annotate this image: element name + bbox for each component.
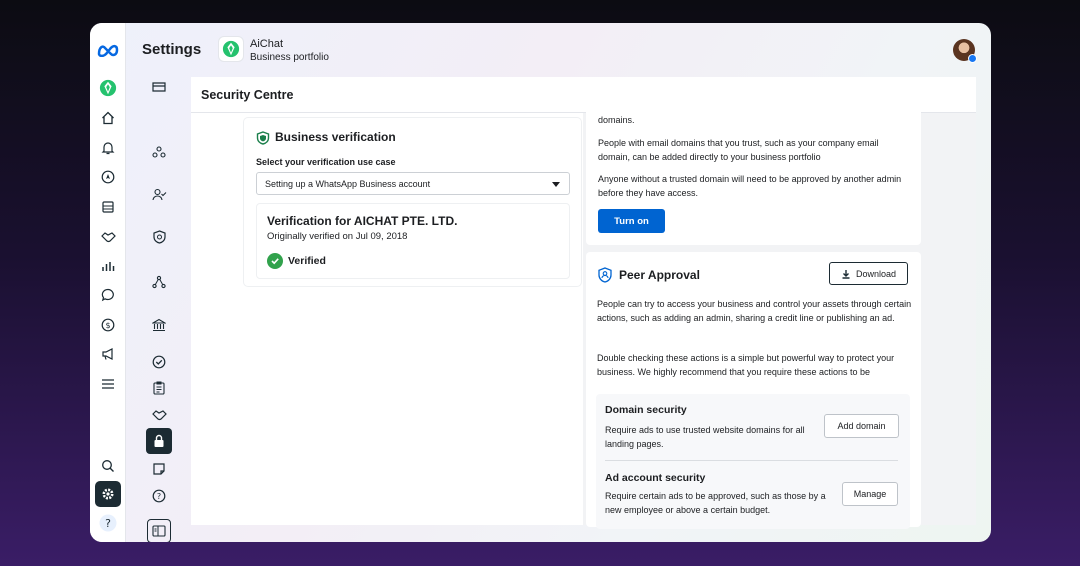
add-domain-button[interactable]: Add domain: [824, 414, 899, 438]
right-column: domains. People with email domains that …: [583, 107, 976, 529]
svg-text:?: ?: [157, 492, 161, 501]
bar-chart-icon[interactable]: [96, 254, 120, 278]
inbox-icon[interactable]: [147, 75, 171, 99]
settings-subnav: ?: [126, 77, 190, 542]
ad-account-security-description: Require certain ads to be approved, such…: [605, 491, 826, 515]
divider: [605, 460, 898, 461]
menu-icon[interactable]: [96, 372, 120, 396]
meta-logo-icon[interactable]: [96, 38, 120, 62]
verification-use-case-label: Select your verification use case: [256, 157, 396, 167]
business-subtitle: Business portfolio: [250, 52, 329, 63]
help-circle-icon[interactable]: ?: [147, 484, 171, 508]
trusted-domains-text-0: domains.: [598, 115, 635, 125]
gear-icon[interactable]: [95, 481, 121, 507]
main-area: Business verification Select your verifi…: [191, 107, 976, 529]
domain-security-title: Domain security: [605, 404, 687, 416]
bank-icon[interactable]: [147, 313, 171, 337]
download-icon: [842, 269, 850, 279]
business-logo[interactable]: [218, 36, 244, 62]
chat-bubble-icon[interactable]: [96, 283, 120, 307]
avatar[interactable]: [953, 39, 977, 63]
help-icon[interactable]: ?: [96, 511, 120, 535]
shield-icon[interactable]: [147, 225, 171, 249]
verification-status-box: Verification for AICHAT PTE. LTD. Origin…: [256, 203, 570, 279]
trusted-domains-text-1: People with email domains that you trust…: [598, 138, 879, 162]
svg-text:?: ?: [105, 517, 111, 530]
domain-security-description: Require ads to use trusted website domai…: [605, 425, 805, 449]
download-label: Download: [855, 268, 897, 279]
page-title: Settings: [142, 41, 202, 58]
app-window: $ ? Settings AiChat Business portfolio ?…: [90, 23, 991, 542]
search-icon[interactable]: [96, 454, 120, 478]
compass-icon[interactable]: [96, 165, 120, 189]
facebook-badge-icon: [968, 54, 977, 63]
business-verification-title: Business verification: [275, 130, 396, 144]
main-nav-rail: $ ?: [90, 23, 126, 542]
check-circle-icon[interactable]: [147, 350, 171, 374]
trusted-domains-text-2: Anyone without a trusted domain will nee…: [598, 174, 902, 198]
peer-approval-card: Peer Approval Download People can try to…: [586, 252, 921, 529]
content-panel: Security Centre Business verification Se…: [191, 77, 976, 529]
peer-approval-text-1: People can try to access your business a…: [597, 299, 912, 323]
lock-icon[interactable]: [146, 428, 172, 454]
handshake-icon[interactable]: [96, 224, 120, 248]
shield-icon: [256, 131, 270, 145]
top-bar: Settings AiChat Business portfolio: [126, 23, 991, 77]
verification-title: Verification for AICHAT PTE. LTD.: [267, 214, 458, 228]
person-check-icon[interactable]: [147, 183, 171, 207]
verified-status: Verified: [288, 255, 326, 267]
select-value: Setting up a WhatsApp Business account: [265, 179, 431, 189]
bell-icon[interactable]: [96, 136, 120, 160]
people-network-icon[interactable]: [147, 140, 171, 164]
left-column: Business verification Select your verifi…: [191, 113, 583, 525]
home-icon[interactable]: [96, 106, 120, 130]
security-options-box: Domain security Require ads to use trust…: [596, 394, 910, 529]
business-verification-card: Business verification Select your verifi…: [244, 118, 581, 286]
check-icon: [267, 253, 283, 269]
nodes-icon[interactable]: [147, 270, 171, 294]
peer-approval-text-2: Double checking these actions is a simpl…: [597, 353, 895, 377]
svg-text:$: $: [105, 321, 110, 330]
caret-down-icon: [552, 182, 560, 187]
trusted-domains-card: domains. People with email domains that …: [586, 107, 921, 245]
peer-approval-title: Peer Approval: [619, 268, 700, 282]
manage-button[interactable]: Manage: [842, 482, 898, 506]
aichat-logo-icon[interactable]: [96, 76, 120, 100]
clipboard-icon[interactable]: [147, 376, 171, 400]
megaphone-icon[interactable]: [96, 342, 120, 366]
dollar-icon[interactable]: $: [96, 313, 120, 337]
verification-use-case-select[interactable]: Setting up a WhatsApp Business account: [256, 172, 570, 195]
business-name[interactable]: AiChat: [250, 38, 283, 50]
note-icon[interactable]: [147, 457, 171, 481]
turn-on-button[interactable]: Turn on: [598, 209, 665, 233]
verified-date: Originally verified on Jul 09, 2018: [267, 231, 408, 242]
content-title: Security Centre: [201, 88, 294, 102]
download-button[interactable]: Download: [829, 262, 908, 285]
pages-icon[interactable]: [96, 195, 120, 219]
shield-person-icon: [598, 267, 612, 283]
handshake-icon[interactable]: [147, 402, 171, 426]
ad-account-security-title: Ad account security: [605, 472, 706, 484]
panel-icon[interactable]: [147, 519, 171, 542]
